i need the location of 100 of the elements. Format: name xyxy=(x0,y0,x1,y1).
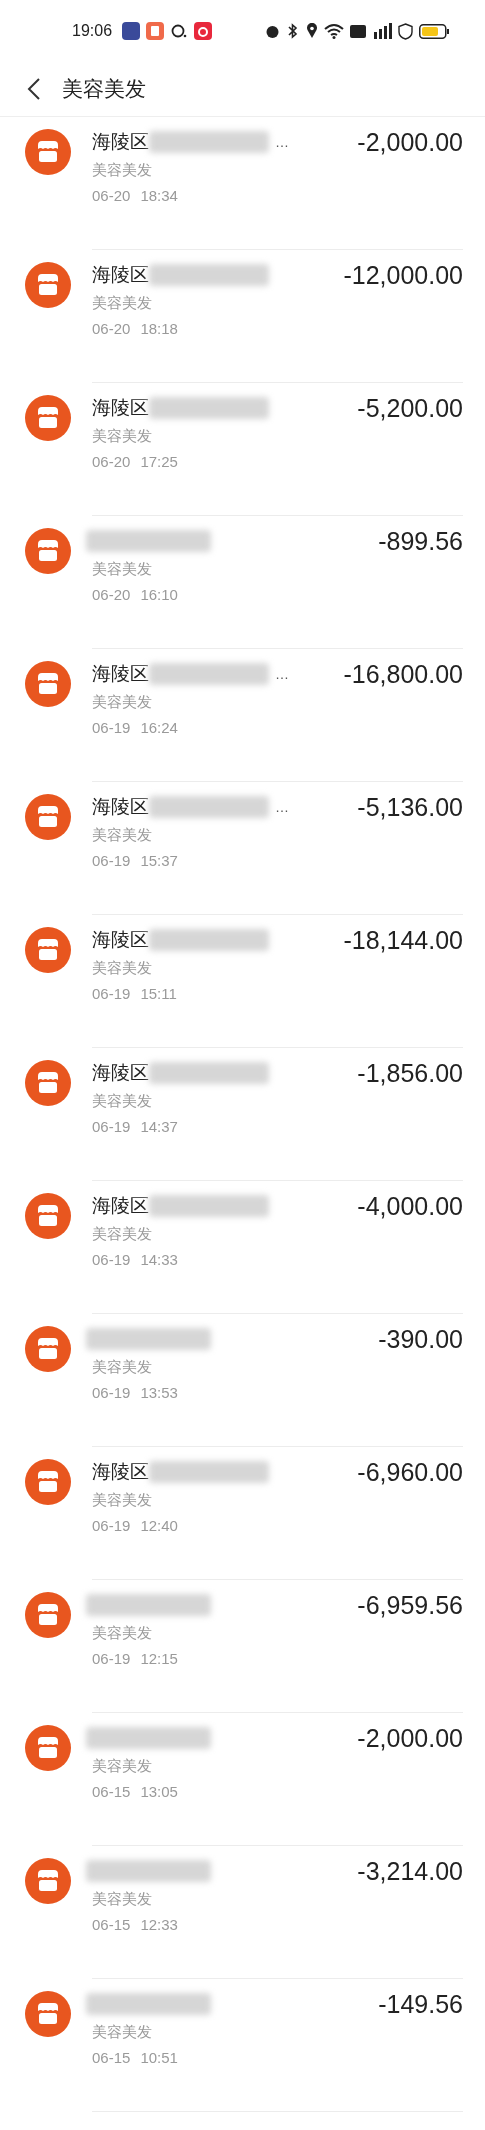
category: 美容美发 xyxy=(92,825,152,845)
date: 06-15 xyxy=(92,2047,131,2068)
ellipsis: … xyxy=(275,132,289,152)
merchant-name: 海陵区 xyxy=(92,262,149,287)
date: 06-19 xyxy=(92,1382,131,1403)
time: 15:11 xyxy=(140,983,177,1004)
time: 12:33 xyxy=(140,1914,178,1935)
amount: -149.56 xyxy=(378,1989,463,2019)
store-icon xyxy=(25,1060,71,1106)
category: 美容美发 xyxy=(92,160,152,180)
category: 美容美发 xyxy=(92,958,152,978)
store-icon xyxy=(25,262,71,308)
app-icon xyxy=(146,22,165,40)
store-icon xyxy=(25,129,71,175)
amount: -6,959.56 xyxy=(357,1590,463,1620)
store-icon xyxy=(25,1459,71,1505)
chat-icon xyxy=(170,22,189,40)
wifi-icon xyxy=(324,23,344,39)
time: 13:53 xyxy=(140,1382,178,1403)
location-icon xyxy=(306,23,318,39)
time: 15:37 xyxy=(140,850,178,871)
date: 06-19 xyxy=(92,1116,131,1137)
category: 美容美发 xyxy=(92,293,152,313)
time: 12:15 xyxy=(140,1648,178,1669)
date: 06-15 xyxy=(92,1781,131,1802)
merchant-name: 海陵区 xyxy=(92,395,149,420)
category: 美容美发 xyxy=(92,1889,152,1909)
amount: -3,214.00 xyxy=(357,1856,463,1886)
category: 美容美发 xyxy=(92,1357,152,1377)
store-icon xyxy=(25,794,71,840)
shield-icon xyxy=(398,22,413,40)
date: 06-20 xyxy=(92,584,131,605)
date: 06-20 xyxy=(92,451,131,472)
amount: -899.56 xyxy=(378,526,463,556)
battery-icon xyxy=(419,23,449,39)
date: 06-19 xyxy=(92,850,131,871)
merchant-name: 海陵区 xyxy=(92,794,149,819)
amount: -6,960.00 xyxy=(357,1457,463,1487)
amount: -5,200.00 xyxy=(357,393,463,423)
store-icon xyxy=(25,395,71,441)
date: 06-19 xyxy=(92,1648,131,1669)
store-icon xyxy=(25,661,71,707)
amount: -12,000.00 xyxy=(343,260,463,290)
merchant-name: 海陵区 xyxy=(92,129,149,154)
merchant-name: 海陵区 xyxy=(92,1060,149,1085)
store-icon xyxy=(25,1193,71,1239)
amount: -16,800.00 xyxy=(343,659,463,689)
date: 06-19 xyxy=(92,1515,131,1536)
date: 06-19 xyxy=(92,717,131,738)
app-icon xyxy=(122,22,141,40)
merchant-name: 海陵区 xyxy=(92,927,149,952)
merchant-name: 海陵区 xyxy=(92,1459,149,1484)
time: 18:34 xyxy=(140,185,178,206)
time: 16:10 xyxy=(140,584,178,605)
time: 17:25 xyxy=(140,451,178,472)
amount: -4,000.00 xyxy=(357,1191,463,1221)
page-title: 美容美发 xyxy=(62,76,146,103)
date: 06-15 xyxy=(92,1914,131,1935)
amount: -1,856.00 xyxy=(357,1058,463,1088)
store-icon xyxy=(25,1858,71,1904)
back-icon xyxy=(27,77,41,101)
time: 14:33 xyxy=(140,1249,178,1270)
amount: -5,136.00 xyxy=(357,792,463,822)
store-icon xyxy=(25,927,71,973)
ellipsis: … xyxy=(275,797,289,817)
date: 06-20 xyxy=(92,185,131,206)
category: 美容美发 xyxy=(92,1490,152,1510)
store-icon xyxy=(25,1592,71,1638)
date: 06-19 xyxy=(92,983,131,1004)
bluetooth-icon xyxy=(286,23,300,39)
date: 06-20 xyxy=(92,318,131,339)
time: 18:18 xyxy=(140,318,178,339)
ellipsis: … xyxy=(275,664,289,684)
category: 美容美发 xyxy=(92,1091,152,1111)
time: 16:24 xyxy=(140,717,178,738)
time: 10:51 xyxy=(140,2047,178,2068)
store-icon xyxy=(25,1991,71,2037)
amount: -18,144.00 xyxy=(343,925,463,955)
store-icon xyxy=(25,1725,71,1771)
amount: -2,000.00 xyxy=(357,1723,463,1753)
amount: -390.00 xyxy=(378,1324,463,1354)
category: 美容美发 xyxy=(92,1756,152,1776)
time: 12:40 xyxy=(140,1515,178,1536)
category: 美容美发 xyxy=(92,1623,152,1643)
merchant-name: 海陵区 xyxy=(92,1193,149,1218)
date: 06-19 xyxy=(92,1249,131,1270)
store-icon xyxy=(25,1326,71,1372)
clock: 19:06 xyxy=(72,21,113,41)
app-icon xyxy=(194,22,213,40)
category: 美容美发 xyxy=(92,559,152,579)
merchant-name: 海陵区 xyxy=(92,661,149,686)
time: 13:05 xyxy=(140,1781,178,1802)
category: 美容美发 xyxy=(92,2022,152,2042)
store-icon xyxy=(25,528,71,574)
amount: -2,000.00 xyxy=(357,127,463,157)
category: 美容美发 xyxy=(92,426,152,446)
signal-icon xyxy=(372,23,392,39)
category: 美容美发 xyxy=(92,1224,152,1244)
time: 14:37 xyxy=(140,1116,178,1137)
category: 美容美发 xyxy=(92,692,152,712)
